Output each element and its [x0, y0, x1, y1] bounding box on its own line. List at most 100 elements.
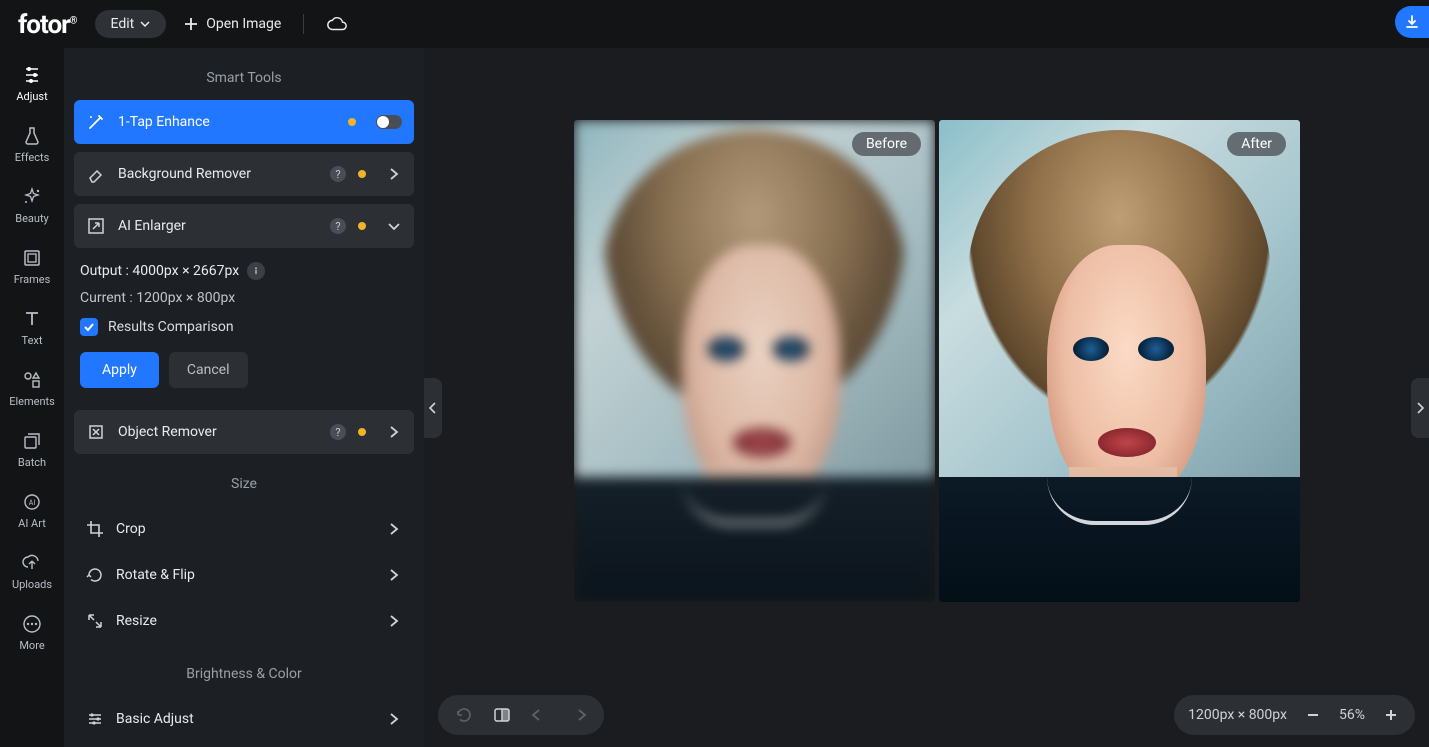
tool-label: Object Remover	[118, 424, 312, 440]
rail-item-label: Elements	[9, 395, 55, 408]
rail-item-more[interactable]: More	[0, 609, 64, 656]
results-comparison-checkbox[interactable]: Results Comparison	[80, 318, 408, 336]
edit-menu-button[interactable]: Edit	[95, 10, 167, 38]
premium-dot-icon	[358, 170, 366, 178]
crop-icon	[86, 520, 104, 538]
download-icon	[1404, 14, 1420, 30]
object-remove-icon	[87, 423, 105, 441]
cloud-icon	[326, 16, 348, 32]
zoom-percent: 56%	[1339, 707, 1365, 723]
rail-item-label: Batch	[18, 456, 46, 469]
after-badge: After	[1227, 132, 1286, 156]
apply-button[interactable]: Apply	[80, 352, 159, 388]
rail-item-label: Frames	[14, 273, 51, 286]
info-icon[interactable]	[247, 262, 265, 280]
flask-icon	[22, 126, 42, 146]
rail-item-label: Uploads	[12, 578, 52, 591]
adjust-panel: Smart Tools 1-Tap Enhance Background Rem…	[64, 48, 424, 747]
svg-text:AI: AI	[29, 499, 36, 507]
adjust-icon	[86, 710, 104, 728]
tool-label: AI Enlarger	[118, 218, 312, 234]
ai-icon: AI	[22, 492, 42, 512]
tool-label: Rotate & Flip	[116, 567, 366, 583]
eraser-icon	[87, 165, 105, 183]
output-size-label: Output : 4000px × 2667px	[80, 262, 408, 280]
tool-resize[interactable]: Resize	[74, 598, 414, 644]
more-icon	[22, 614, 42, 634]
chevron-right-icon	[386, 521, 402, 537]
collapse-panel-tab[interactable]	[424, 378, 442, 438]
download-button[interactable]	[1395, 6, 1429, 38]
zoom-in-button[interactable]	[1381, 705, 1401, 725]
tool-1tap-enhance[interactable]: 1-Tap Enhance	[74, 100, 414, 144]
stack-icon	[22, 431, 42, 451]
tool-object-remover[interactable]: Object Remover ?	[74, 410, 414, 454]
separator	[303, 14, 304, 34]
resize-icon	[86, 612, 104, 630]
rail-item-frames[interactable]: Frames	[0, 243, 64, 290]
help-icon[interactable]: ?	[330, 218, 346, 234]
tool-label: 1-Tap Enhance	[118, 114, 336, 130]
tool-label: Basic Adjust	[116, 711, 366, 727]
premium-dot-icon	[358, 222, 366, 230]
premium-dot-icon	[348, 118, 356, 126]
rail-item-aiart[interactable]: AI AI Art	[0, 487, 64, 534]
redo-icon	[569, 708, 587, 722]
open-image-button[interactable]: Open Image	[184, 16, 281, 32]
frame-icon	[22, 248, 42, 268]
rail-item-batch[interactable]: Batch	[0, 426, 64, 473]
help-icon[interactable]: ?	[330, 424, 346, 440]
expand-right-tab[interactable]	[1411, 378, 1429, 438]
chevron-right-icon	[386, 166, 402, 182]
chevron-right-icon	[386, 613, 402, 629]
undo-button[interactable]	[530, 705, 550, 725]
left-rail: Adjust Effects Beauty Frames Text Elemen…	[0, 48, 64, 747]
before-image: Before	[574, 120, 935, 602]
tool-rotate-flip[interactable]: Rotate & Flip	[74, 552, 414, 598]
cloud-sync-button[interactable]	[326, 16, 348, 32]
rail-item-beauty[interactable]: Beauty	[0, 182, 64, 229]
brand-logo: fotor®	[18, 9, 77, 40]
checkbox-icon	[80, 318, 98, 336]
rail-item-label: More	[19, 639, 44, 652]
rail-item-label: Adjust	[16, 90, 47, 103]
before-badge: Before	[852, 132, 921, 156]
plus-icon	[184, 17, 198, 31]
upload-icon	[22, 553, 42, 573]
rail-item-effects[interactable]: Effects	[0, 121, 64, 168]
rail-item-uploads[interactable]: Uploads	[0, 548, 64, 595]
sparkle-icon	[22, 187, 42, 207]
canvas-area: Before After 1200px × 800px 56%	[424, 48, 1429, 747]
compare-button[interactable]	[492, 705, 512, 725]
history-toolbar	[438, 695, 604, 735]
enhance-toggle[interactable]	[376, 115, 402, 129]
rail-item-elements[interactable]: Elements	[0, 365, 64, 412]
minus-icon	[1306, 708, 1320, 722]
enlarge-icon	[87, 217, 105, 235]
section-title-smart-tools: Smart Tools	[74, 70, 414, 86]
current-size-label: Current : 1200px × 800px	[80, 290, 408, 306]
chevron-down-icon	[386, 218, 402, 234]
zoom-toolbar: 1200px × 800px 56%	[1174, 695, 1415, 735]
tool-ai-enlarger[interactable]: AI Enlarger ?	[74, 204, 414, 248]
comparison-image[interactable]: Before After	[574, 120, 1300, 602]
tool-background-remover[interactable]: Background Remover ?	[74, 152, 414, 196]
rail-item-text[interactable]: Text	[0, 304, 64, 351]
chevron-right-icon	[386, 424, 402, 440]
chevron-right-icon	[1415, 402, 1425, 414]
rail-item-adjust[interactable]: Adjust	[0, 60, 64, 107]
tool-crop[interactable]: Crop	[74, 506, 414, 552]
zoom-out-button[interactable]	[1303, 705, 1323, 725]
section-title-brightness-color: Brightness & Color	[74, 666, 414, 682]
top-bar: fotor® Edit Open Image	[0, 0, 1429, 48]
rail-item-label: Text	[22, 334, 43, 347]
history-button[interactable]	[454, 705, 474, 725]
wand-icon	[87, 113, 105, 131]
redo-button[interactable]	[568, 705, 588, 725]
chevron-right-icon	[386, 567, 402, 583]
tool-basic-adjust[interactable]: Basic Adjust	[74, 696, 414, 742]
help-icon[interactable]: ?	[330, 166, 346, 182]
cancel-button[interactable]: Cancel	[169, 352, 248, 388]
tool-label: Resize	[116, 613, 366, 629]
rail-item-label: Effects	[15, 151, 50, 164]
